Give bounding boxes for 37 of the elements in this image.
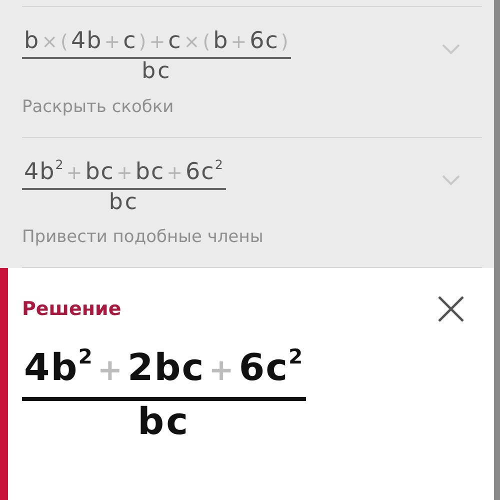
math-term: b	[24, 29, 40, 54]
math-term: 6c$^{2}$	[186, 160, 224, 185]
step-row[interactable]: b×(4b+c)+c×(b+6c) bc Раскрыть скобки	[22, 6, 482, 137]
math-term: b	[213, 29, 229, 54]
math-operator: ×	[184, 32, 201, 53]
math-term: 2bc	[128, 348, 205, 389]
math-term: 4b$^{2}$	[24, 160, 64, 185]
math-term: bc	[142, 59, 172, 85]
math-operator: +	[149, 32, 166, 53]
math-operator: +	[230, 32, 248, 53]
math-term: c	[123, 29, 137, 54]
math-term: bc	[138, 400, 190, 444]
math-operator: +	[166, 162, 184, 184]
math-operator: (	[202, 32, 212, 53]
math-operator: +	[104, 32, 122, 53]
chevron-down-icon[interactable]	[442, 43, 460, 55]
close-button[interactable]	[436, 294, 466, 324]
math-term: 6c	[250, 29, 279, 54]
math-operator: +	[97, 354, 124, 388]
math-operator: +	[66, 162, 84, 184]
solution-title: Решение	[22, 298, 122, 320]
math-term: 4b	[70, 29, 102, 54]
math-operator: )	[280, 32, 290, 53]
math-term: bc	[108, 190, 139, 216]
math-operator: ×	[42, 32, 59, 53]
math-operator: )	[138, 32, 148, 53]
step-caption: Привести подобные члены	[22, 227, 264, 248]
step-caption: Раскрыть скобки	[22, 96, 174, 117]
math-term: 6c$^{2}$	[238, 348, 304, 389]
math-operator: +	[116, 162, 134, 184]
math-operator: (	[60, 32, 69, 53]
math-term: c	[168, 29, 182, 54]
math-term: bc	[85, 160, 114, 185]
math-operator: +	[208, 354, 235, 388]
chevron-down-icon[interactable]	[442, 174, 460, 186]
math-term: 4b$^{2}$	[24, 348, 94, 389]
math-term: bc	[135, 160, 165, 185]
